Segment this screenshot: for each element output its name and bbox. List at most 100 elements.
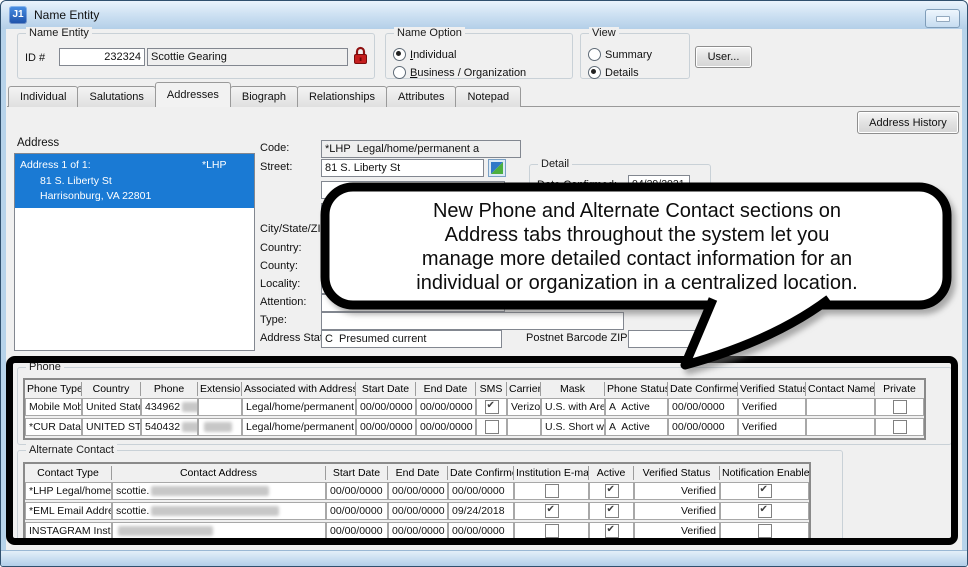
sms-cell[interactable] <box>476 418 507 436</box>
column-header-contact-type[interactable]: Contact Type <box>25 466 112 480</box>
column-header-private[interactable]: Private <box>875 382 924 396</box>
notification-enabled-cell[interactable] <box>720 482 809 500</box>
country-cell[interactable]: UNITED STA <box>82 418 141 436</box>
checkbox-checked[interactable] <box>485 400 499 414</box>
tab-addresses[interactable]: Addresses <box>155 82 231 107</box>
street-input[interactable] <box>321 159 484 177</box>
extension-cell[interactable] <box>198 398 242 416</box>
contact-address-cell[interactable]: scottie. <box>112 502 326 520</box>
date-confirmed-cell[interactable]: 00/00/0000 <box>448 522 514 540</box>
column-header-contact-address[interactable]: Contact Address <box>112 466 326 480</box>
institution-e-mail-cell[interactable] <box>514 502 589 520</box>
address-listbox[interactable]: Address 1 of 1: *LHP 81 S. Liberty St Ha… <box>14 153 255 351</box>
column-header-end-date[interactable]: End Date <box>388 466 448 480</box>
column-header-notification-enabled[interactable]: Notification Enabled <box>720 466 809 480</box>
contact-type-cell[interactable]: *LHP Legal/home/pe <box>25 482 112 500</box>
date-confirmed-cell[interactable]: 00/00/0000 <box>668 418 738 436</box>
start-date-cell[interactable]: 00/00/0000 <box>356 398 416 416</box>
column-header-phone-type[interactable]: Phone Type <box>25 382 82 396</box>
table-row[interactable]: *LHP Legal/home/pescottie.00/00/000000/0… <box>25 482 809 500</box>
checkbox-checked[interactable] <box>545 504 559 518</box>
mask-cell[interactable]: U.S. Short with <box>541 418 605 436</box>
active-cell[interactable] <box>589 482 634 500</box>
column-header-extension[interactable]: Extension <box>198 382 242 396</box>
checkbox-unchecked[interactable] <box>485 420 499 434</box>
end-date-cell[interactable]: 00/00/0000 <box>388 522 448 540</box>
carrier-cell[interactable] <box>507 418 541 436</box>
verified-status-cell[interactable]: Verified <box>738 398 806 416</box>
summary-radio[interactable]: Summary <box>588 48 652 61</box>
notification-enabled-cell[interactable] <box>720 522 809 540</box>
start-date-cell[interactable]: 00/00/0000 <box>326 522 388 540</box>
mask-cell[interactable]: U.S. with Area <box>541 398 605 416</box>
private-cell[interactable] <box>875 418 924 436</box>
phone-cell[interactable]: 540432 <box>141 418 198 436</box>
code-input[interactable] <box>321 140 521 158</box>
end-date-cell[interactable]: 00/00/0000 <box>388 502 448 520</box>
sms-cell[interactable] <box>476 398 507 416</box>
checkbox-checked[interactable] <box>758 504 772 518</box>
column-header-date-confirmed[interactable]: Date Confirmed <box>668 382 738 396</box>
column-header-start-date[interactable]: Start Date <box>356 382 416 396</box>
tab-notepad[interactable]: Notepad <box>455 86 521 107</box>
column-header-active[interactable]: Active <box>589 466 634 480</box>
table-row[interactable]: *EML Email Addressscottie.00/00/000000/0… <box>25 502 809 520</box>
extension-cell[interactable] <box>198 418 242 436</box>
verified-status-cell[interactable]: Verified <box>738 418 806 436</box>
column-header-mask[interactable]: Mask <box>541 382 605 396</box>
column-header-start-date[interactable]: Start Date <box>326 466 388 480</box>
start-date-cell[interactable]: 00/00/0000 <box>356 418 416 436</box>
column-header-date-confirmed[interactable]: Date Confirmed <box>448 466 514 480</box>
phone-status-cell[interactable]: A Active <box>605 398 668 416</box>
address-list-item[interactable]: Address 1 of 1: *LHP 81 S. Liberty St Ha… <box>15 154 254 208</box>
column-header-verified-status[interactable]: Verified Status <box>634 466 720 480</box>
phone-type-cell[interactable]: Mobile Mobile <box>25 398 82 416</box>
date-confirmed-cell[interactable]: 09/24/2018 <box>448 502 514 520</box>
checkbox-unchecked[interactable] <box>758 524 772 538</box>
tab-relationships[interactable]: Relationships <box>297 86 387 107</box>
phone-type-cell[interactable]: *CUR Data *C <box>25 418 82 436</box>
id-input[interactable] <box>59 48 145 66</box>
associated-with-address-cell[interactable]: Legal/home/permanent adr <box>242 418 356 436</box>
tab-salutations[interactable]: Salutations <box>77 86 155 107</box>
user-button[interactable]: User... <box>695 46 752 68</box>
checkbox-checked[interactable] <box>758 484 772 498</box>
phone-cell[interactable]: 434962 <box>141 398 198 416</box>
checkbox-unchecked[interactable] <box>893 400 907 414</box>
checkbox-checked[interactable] <box>605 484 619 498</box>
active-cell[interactable] <box>589 522 634 540</box>
individual-radio[interactable]: Individual <box>393 48 456 61</box>
table-row[interactable]: *CUR Data *CUNITED STA540432 Legal/home/p… <box>25 418 924 436</box>
associated-with-address-cell[interactable]: Legal/home/permanent adr <box>242 398 356 416</box>
checkbox-unchecked[interactable] <box>893 420 907 434</box>
column-header-phone-status[interactable]: Phone Status <box>605 382 668 396</box>
column-header-sms[interactable]: SMS <box>476 382 507 396</box>
tab-individual[interactable]: Individual <box>8 86 78 107</box>
address-history-button[interactable]: Address History <box>857 111 959 134</box>
table-row[interactable]: INSTAGRAM Instagsg00/00/000000/00/000000… <box>25 522 809 540</box>
institution-e-mail-cell[interactable] <box>514 522 589 540</box>
name-input[interactable] <box>147 48 348 66</box>
contact-name-cell[interactable] <box>806 418 875 436</box>
column-header-end-date[interactable]: End Date <box>416 382 476 396</box>
verified-status-cell[interactable]: Verified <box>634 522 720 540</box>
column-header-associated-with-address[interactable]: Associated with Address <box>242 382 356 396</box>
column-header-institution-e-mail[interactable]: Institution E-mail <box>514 466 589 480</box>
institution-e-mail-cell[interactable] <box>514 482 589 500</box>
details-radio[interactable]: Details <box>588 66 639 79</box>
column-header-carrier[interactable]: Carrier <box>507 382 541 396</box>
contact-type-cell[interactable]: *EML Email Address <box>25 502 112 520</box>
end-date-cell[interactable]: 00/00/0000 <box>388 482 448 500</box>
column-header-contact-name[interactable]: Contact Name <box>806 382 875 396</box>
country-cell[interactable]: United States <box>82 398 141 416</box>
title-bar[interactable]: J1 Name Entity <box>1 1 967 29</box>
date-confirmed-cell[interactable]: 00/00/0000 <box>448 482 514 500</box>
column-header-verified-status[interactable]: Verified Status <box>738 382 806 396</box>
contact-type-cell[interactable]: INSTAGRAM Instagsg <box>25 522 112 540</box>
checkbox-unchecked[interactable] <box>545 524 559 538</box>
contact-address-cell[interactable]: scottie. <box>112 482 326 500</box>
start-date-cell[interactable]: 00/00/0000 <box>326 482 388 500</box>
carrier-cell[interactable]: Verizon <box>507 398 541 416</box>
business-organization-radio[interactable]: Business / Organization <box>393 66 526 79</box>
notification-enabled-cell[interactable] <box>720 502 809 520</box>
